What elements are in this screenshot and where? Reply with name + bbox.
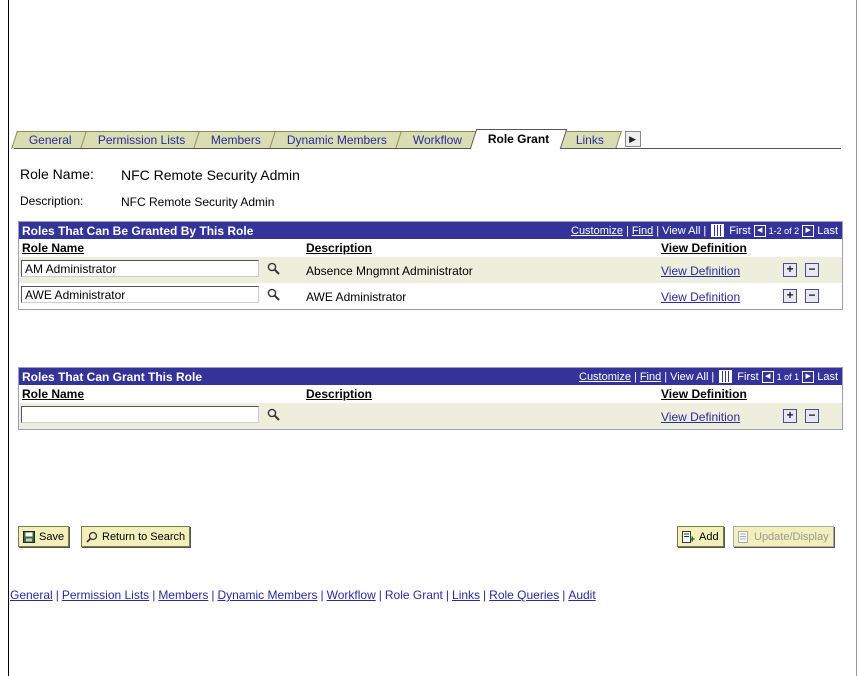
grid-title: Roles That Can Be Granted By This Role	[22, 223, 254, 238]
last-label: Last	[817, 370, 838, 383]
role-name-input[interactable]	[21, 406, 259, 423]
col-role-name: Role Name	[22, 387, 85, 401]
search-icon	[86, 531, 98, 543]
prev-icon[interactable]: ◀	[761, 370, 774, 383]
row-count: 1-2 of 2	[768, 225, 800, 236]
tab-links[interactable]: Links	[557, 131, 622, 149]
download-grid-icon[interactable]	[719, 370, 733, 383]
role-name-input[interactable]	[21, 260, 259, 277]
description-value: NFC Remote Security Admin	[121, 195, 275, 209]
footer-link-dynamic-members[interactable]: Dynamic Members	[217, 588, 317, 602]
grid-header: Roles That Can Be Granted By This Role C…	[19, 222, 842, 239]
role-description: AWE Administrator	[306, 290, 407, 304]
delete-row-icon[interactable]: −	[805, 263, 819, 277]
column-headers: Role Name Description View Definition	[19, 239, 842, 257]
find-link[interactable]: Find	[632, 225, 653, 237]
view-all-link[interactable]: View All	[670, 371, 708, 383]
grid-roles-granted-by: Roles That Can Be Granted By This Role C…	[18, 221, 843, 310]
role-description: Absence Mngmnt Administrator	[306, 264, 473, 278]
prev-icon[interactable]: ◀	[753, 224, 766, 237]
row-count: 1 of 1	[776, 371, 800, 382]
col-role-name: Role Name	[22, 241, 85, 255]
footer-link-members[interactable]: Members	[158, 588, 208, 602]
page-border	[8, 0, 9, 676]
column-headers: Role Name Description View Definition	[19, 385, 842, 403]
last-label: Last	[817, 224, 838, 237]
role-name-value: NFC Remote Security Admin	[121, 167, 300, 183]
col-view-definition: View Definition	[661, 387, 747, 401]
grid-header: Roles That Can Grant This Role Customize…	[19, 368, 842, 385]
save-button[interactable]: Save	[18, 526, 70, 547]
delete-row-icon[interactable]: −	[805, 289, 819, 303]
add-button-label: Add	[699, 530, 719, 543]
tab-underline	[14, 148, 841, 149]
add-icon	[682, 530, 695, 543]
table-row: Absence Mngmnt Administrator View Defini…	[19, 257, 842, 283]
add-row-icon[interactable]: +	[783, 409, 797, 423]
col-description: Description	[306, 387, 373, 401]
lookup-icon[interactable]	[267, 262, 280, 275]
download-grid-icon[interactable]	[711, 224, 725, 237]
save-icon	[23, 530, 35, 543]
return-to-search-button[interactable]: Return to Search	[81, 526, 191, 547]
customize-link[interactable]: Customize	[571, 225, 623, 237]
tab-role-grant[interactable]: Role Grant	[469, 129, 568, 149]
update-display-button[interactable]: Update/Display	[733, 526, 834, 547]
tab-scroll-right-icon[interactable]: ▶	[624, 131, 641, 147]
next-icon[interactable]: ▶	[802, 224, 815, 237]
footer-link-role-queries[interactable]: Role Queries	[489, 588, 559, 602]
return-to-search-label: Return to Search	[102, 530, 186, 543]
find-link[interactable]: Find	[640, 371, 661, 383]
lookup-icon[interactable]	[267, 408, 280, 421]
footer-link-workflow[interactable]: Workflow	[327, 588, 376, 602]
tab-workflow[interactable]: Workflow	[395, 131, 481, 149]
tab-permission-lists[interactable]: Permission Lists	[79, 131, 203, 149]
view-all-link[interactable]: View All	[662, 225, 700, 237]
table-row: View Definition + −	[19, 403, 842, 429]
add-row-icon[interactable]: +	[783, 263, 797, 277]
tab-members[interactable]: Members	[193, 131, 280, 149]
save-button-label: Save	[39, 530, 65, 543]
description-label: Description:	[20, 194, 84, 208]
grid-title: Roles That Can Grant This Role	[22, 369, 203, 384]
view-definition-link[interactable]: View Definition	[661, 410, 740, 424]
col-description: Description	[306, 241, 373, 255]
role-name-input[interactable]	[21, 286, 259, 303]
footer-navigation: General | Permission Lists | Members | Dynamic…	[10, 588, 596, 602]
tab-bar: General Permission Lists Members Dynamic…	[11, 129, 641, 149]
tab-dynamic-members[interactable]: Dynamic Members	[269, 131, 406, 149]
tab-general[interactable]: General	[11, 131, 90, 149]
add-button[interactable]: Add	[677, 526, 724, 547]
footer-link-permission-lists[interactable]: Permission Lists	[62, 588, 149, 602]
view-definition-link[interactable]: View Definition	[661, 290, 740, 304]
footer-link-links[interactable]: Links	[452, 588, 480, 602]
col-view-definition: View Definition	[661, 241, 747, 255]
lookup-icon[interactable]	[267, 288, 280, 301]
view-definition-link[interactable]: View Definition	[661, 264, 740, 278]
next-icon[interactable]: ▶	[802, 370, 815, 383]
footer-link-general[interactable]: General	[10, 588, 53, 602]
role-name-label: Role Name:	[20, 166, 94, 182]
first-label: First	[737, 370, 759, 383]
grid-toolbar: Customize | Find | View All | First ◀ 1-…	[571, 224, 838, 237]
grid-roles-that-can-grant: Roles That Can Grant This Role Customize…	[18, 367, 843, 430]
footer-current-role-grant: Role Grant	[384, 588, 443, 602]
update-display-icon	[738, 530, 748, 543]
first-label: First	[729, 224, 751, 237]
add-row-icon[interactable]: +	[783, 289, 797, 303]
footer-link-audit[interactable]: Audit	[568, 588, 595, 602]
delete-row-icon[interactable]: −	[805, 409, 819, 423]
update-display-label: Update/Display	[754, 530, 829, 543]
grid-toolbar: Customize | Find | View All | First ◀ 1 …	[579, 370, 838, 383]
table-row: AWE Administrator View Definition + −	[19, 283, 842, 309]
customize-link[interactable]: Customize	[579, 371, 631, 383]
